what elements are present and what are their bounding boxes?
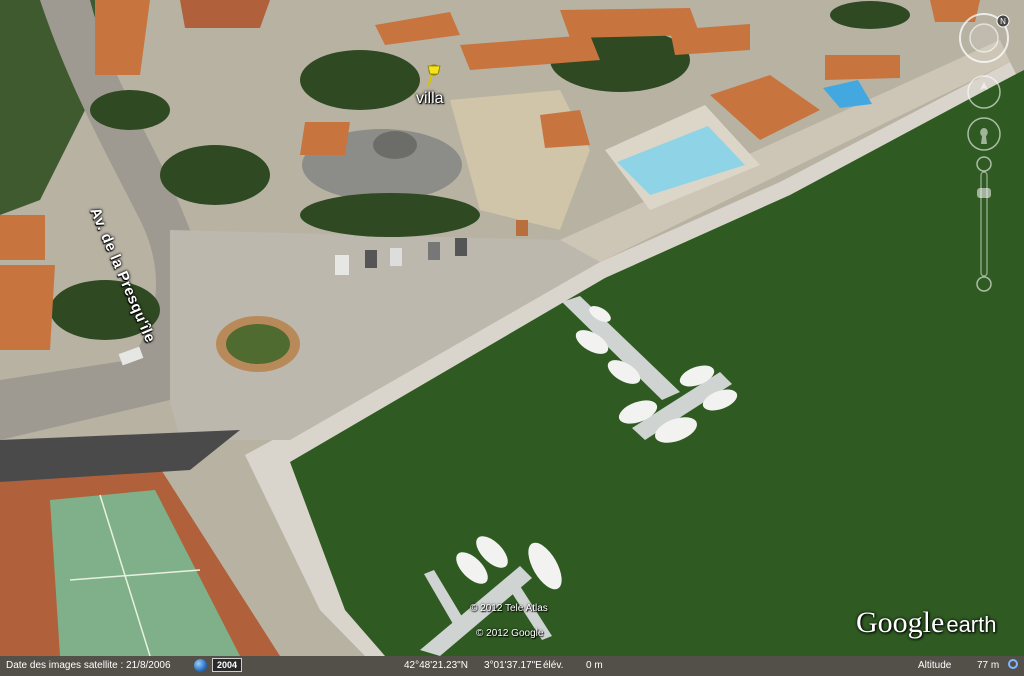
longitude-readout: 3°01'37.17"E — [484, 660, 542, 671]
parked-car — [390, 248, 402, 266]
tree-cluster — [300, 50, 420, 110]
parked-car — [335, 255, 349, 275]
move-joystick[interactable] — [966, 116, 1002, 152]
tree-cluster — [90, 90, 170, 130]
status-bar: Date des images satellite : 21/8/2006 20… — [0, 656, 1024, 676]
altitude-label: Altitude — [918, 660, 952, 671]
tennis-court-top — [180, 0, 270, 28]
map-viewport[interactable]: villa Av. de la Presqu'île © 2012 Tele A… — [0, 0, 1024, 676]
roof — [0, 215, 45, 260]
parked-car — [455, 238, 467, 256]
elevation-value: 0 m — [586, 660, 603, 671]
zoom-in-button[interactable] — [976, 156, 992, 172]
copyright-tele-atlas: © 2012 Tele Atlas — [470, 603, 548, 614]
placemark-label[interactable]: villa — [416, 90, 444, 108]
copyright-google: © 2012 Google — [476, 628, 544, 639]
tree-cluster — [300, 193, 480, 237]
roof — [300, 122, 350, 155]
google-earth-logo: Googleearth — [856, 606, 996, 640]
zoom-out-button[interactable] — [976, 276, 992, 292]
historical-imagery-icon[interactable] — [194, 659, 207, 672]
tree-cluster — [160, 145, 270, 205]
roundabout-garden — [226, 324, 290, 364]
imagery-year-badge[interactable]: 2004 — [212, 658, 243, 672]
parked-car — [365, 250, 377, 268]
streaming-status-icon — [1008, 659, 1018, 669]
altitude-value: 77 m — [977, 660, 1000, 671]
round-building-roof — [373, 131, 417, 159]
tree-cluster — [830, 1, 910, 29]
logo-main-text: Google — [856, 606, 945, 639]
logo-sub-text: earth — [946, 612, 997, 637]
roof — [0, 265, 55, 350]
navigation-controls: N — [956, 12, 1012, 302]
zoom-slider-thumb[interactable] — [976, 188, 992, 200]
parked-car — [428, 242, 440, 260]
look-joystick[interactable] — [966, 74, 1002, 110]
north-up-button[interactable] — [996, 14, 1010, 28]
elevation-label: élév. — [543, 660, 564, 671]
roof — [825, 55, 900, 80]
latitude-readout: 42°48'21.23"N — [404, 660, 468, 671]
imagery-date: Date des images satellite : 21/8/2006 — [6, 660, 171, 671]
parked-car — [516, 220, 528, 236]
